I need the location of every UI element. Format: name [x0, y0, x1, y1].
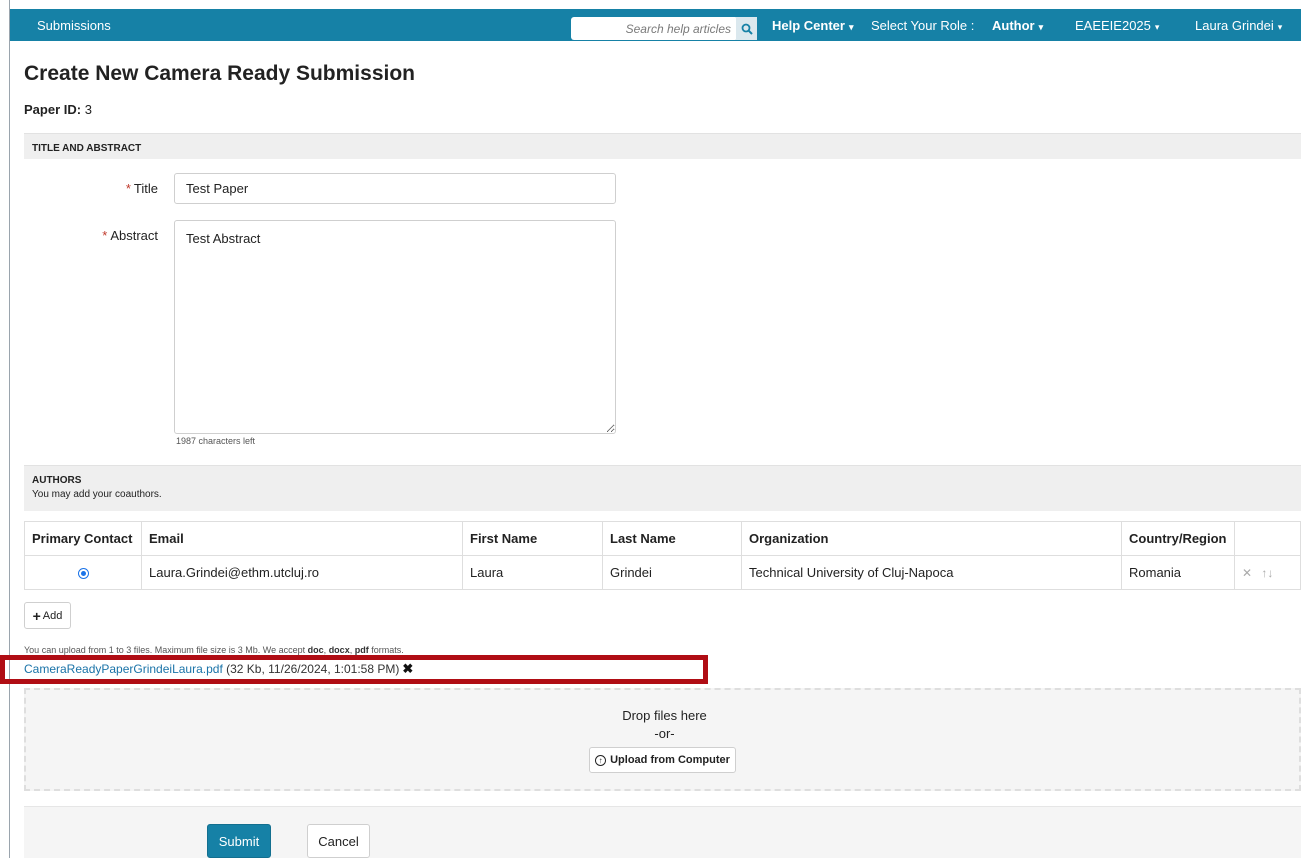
title-abstract-section-header: TITLE AND ABSTRACT — [24, 133, 1301, 159]
format-pdf: pdf — [354, 645, 369, 655]
required-marker: * — [125, 181, 131, 196]
drop-files-text: Drop files here — [622, 708, 707, 723]
upload-button-label: Upload from Computer — [610, 754, 730, 766]
help-center-label: Help Center — [772, 18, 845, 33]
abstract-textarea[interactable]: Test Abstract — [174, 220, 616, 434]
user-label: Laura Grindei — [1195, 18, 1274, 33]
format-doc: doc — [307, 645, 324, 655]
window-border — [9, 0, 10, 858]
abstract-label-text: Abstract — [110, 228, 158, 243]
title-input[interactable] — [174, 173, 616, 204]
column-header: Last Name — [602, 521, 742, 556]
author-last-name[interactable]: Grindei — [602, 555, 742, 590]
column-header: Organization — [741, 521, 1122, 556]
submissions-link[interactable]: Submissions — [37, 18, 111, 33]
abstract-label: * Abstract — [60, 228, 158, 243]
search-button[interactable] — [736, 17, 757, 40]
submit-button[interactable]: Submit — [207, 824, 271, 858]
caret-down-icon: ▾ — [1277, 22, 1283, 32]
file-dropzone[interactable]: Drop files here -or- — [24, 688, 1301, 791]
upload-arrow-icon: ↑ — [595, 754, 607, 766]
role-label: Author — [992, 18, 1035, 33]
section-heading: AUTHORS — [32, 475, 82, 486]
help-search-input[interactable] — [571, 17, 738, 40]
highlight-annotation-box — [0, 655, 708, 684]
cancel-button[interactable]: Cancel — [307, 824, 370, 858]
title-label: * Title — [60, 181, 158, 196]
column-header: Primary Contact — [24, 521, 142, 556]
upload-instructions: You can upload from 1 to 3 files. Maximu… — [24, 645, 404, 655]
primary-contact-radio[interactable] — [77, 568, 89, 580]
required-marker: * — [102, 228, 108, 243]
column-header: First Name — [462, 521, 603, 556]
role-menu[interactable]: Author ▾ — [992, 18, 1043, 33]
upload-note-suffix: formats. — [371, 645, 404, 655]
help-search-box — [571, 17, 738, 40]
author-country[interactable]: Romania — [1121, 555, 1235, 590]
or-separator: -or- — [654, 726, 675, 741]
page-title: Create New Camera Ready Submission — [24, 62, 415, 85]
table-row: Laura.Grindei@ethm.utcluj.ro Laura Grind… — [24, 555, 1301, 590]
search-icon — [741, 23, 753, 35]
close-icon[interactable]: ✕ — [1242, 566, 1252, 580]
primary-contact-cell — [24, 555, 142, 590]
help-center-menu[interactable]: Help Center ▾ — [772, 18, 854, 33]
top-navbar: Submissions Help Center▾ Select Your Rol… — [10, 9, 1301, 41]
paper-id-value: 3 — [84, 102, 92, 117]
column-header-actions — [1234, 521, 1301, 556]
upload-from-computer-button[interactable]: ↑ Upload from Computer — [589, 747, 736, 773]
section-heading: TITLE AND ABSTRACT — [32, 143, 142, 154]
add-author-button[interactable]: + Add — [24, 602, 71, 629]
authors-table: Primary Contact Email First Name Last Na… — [24, 521, 1301, 590]
paper-id-label: Paper ID: — [24, 102, 82, 117]
conference-label: EAEEIE2025 — [1075, 18, 1151, 33]
caret-down-icon: ▾ — [848, 22, 854, 32]
authors-section-header: AUTHORS You may add your coauthors. — [24, 465, 1301, 511]
caret-down-icon: ▾ — [1038, 22, 1044, 32]
row-actions: ✕ ↑↓ — [1234, 555, 1301, 590]
plus-icon: + — [32, 607, 41, 624]
user-menu[interactable]: Laura Grindei ▾ — [1195, 18, 1282, 33]
caret-down-icon: ▾ — [1154, 22, 1160, 32]
select-role-label: Select Your Role : — [871, 18, 975, 33]
author-organization[interactable]: Technical University of Cluj-Napoca — [741, 555, 1122, 590]
upload-note-prefix: You can upload from 1 to 3 files. Maximu… — [24, 645, 306, 655]
title-label-text: Title — [133, 181, 158, 196]
conference-menu[interactable]: EAEEIE2025 ▾ — [1075, 18, 1159, 33]
paper-id: Paper ID: 3 — [24, 102, 92, 117]
author-first-name[interactable]: Laura — [462, 555, 603, 590]
add-author-label: Add — [42, 609, 63, 622]
author-email[interactable]: Laura.Grindei@ethm.utcluj.ro — [141, 555, 463, 590]
section-subheading: You may add your coauthors. — [32, 489, 162, 500]
arrow-down-icon[interactable]: ↓ — [1267, 566, 1273, 580]
column-header: Email — [141, 521, 463, 556]
table-header-row: Primary Contact Email First Name Last Na… — [24, 521, 1301, 556]
column-header: Country/Region — [1121, 521, 1235, 556]
characters-left-counter: 1987 characters left — [176, 436, 256, 446]
format-docx: docx — [328, 645, 350, 655]
